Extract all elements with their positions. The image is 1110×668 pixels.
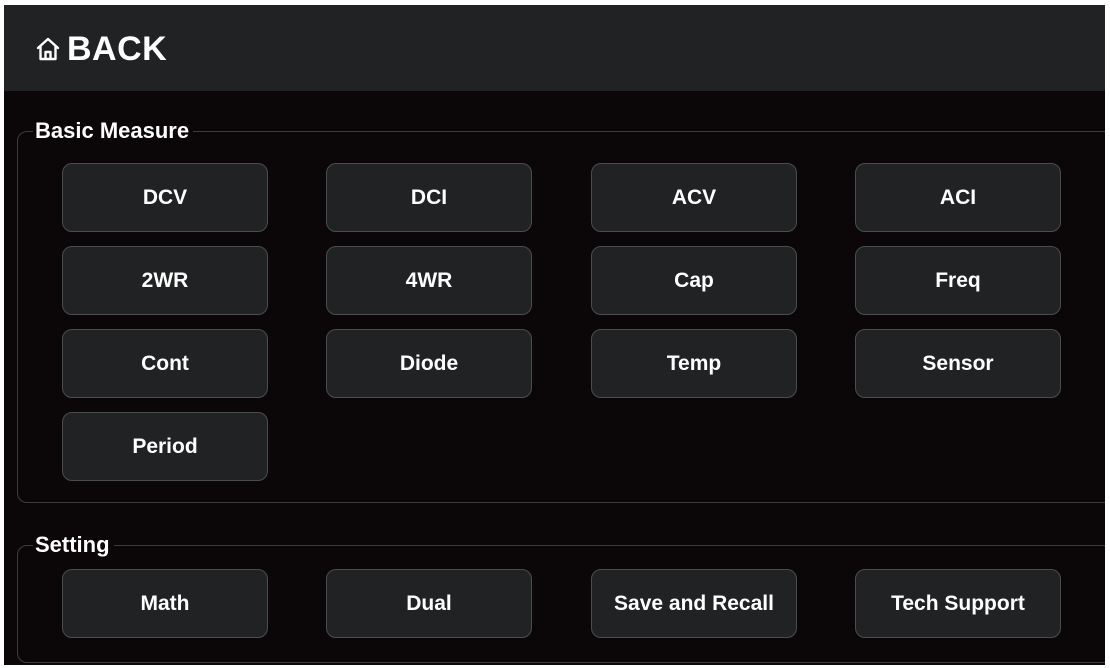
tech-support-button[interactable]: Tech Support (855, 569, 1061, 638)
cont-button[interactable]: Cont (62, 329, 268, 398)
screen: BACK Basic Measure DCV DCI ACV ACI 2WR 4… (4, 5, 1105, 665)
dcv-button[interactable]: DCV (62, 163, 268, 232)
diode-button[interactable]: Diode (326, 329, 532, 398)
4wr-button[interactable]: 4WR (326, 246, 532, 315)
acv-button[interactable]: ACV (591, 163, 797, 232)
2wr-button[interactable]: 2WR (62, 246, 268, 315)
sensor-button[interactable]: Sensor (855, 329, 1061, 398)
aci-button[interactable]: ACI (855, 163, 1061, 232)
basic-measure-title: Basic Measure (33, 117, 194, 145)
freq-button[interactable]: Freq (855, 246, 1061, 315)
setting-title: Setting (33, 531, 114, 559)
save-and-recall-button[interactable]: Save and Recall (591, 569, 797, 638)
back-label: BACK (67, 30, 168, 68)
temp-button[interactable]: Temp (591, 329, 797, 398)
back-button[interactable]: BACK (4, 5, 1105, 91)
home-icon (35, 36, 61, 62)
cap-button[interactable]: Cap (591, 246, 797, 315)
dual-button[interactable]: Dual (326, 569, 532, 638)
period-button[interactable]: Period (62, 412, 268, 481)
math-button[interactable]: Math (62, 569, 268, 638)
dci-button[interactable]: DCI (326, 163, 532, 232)
